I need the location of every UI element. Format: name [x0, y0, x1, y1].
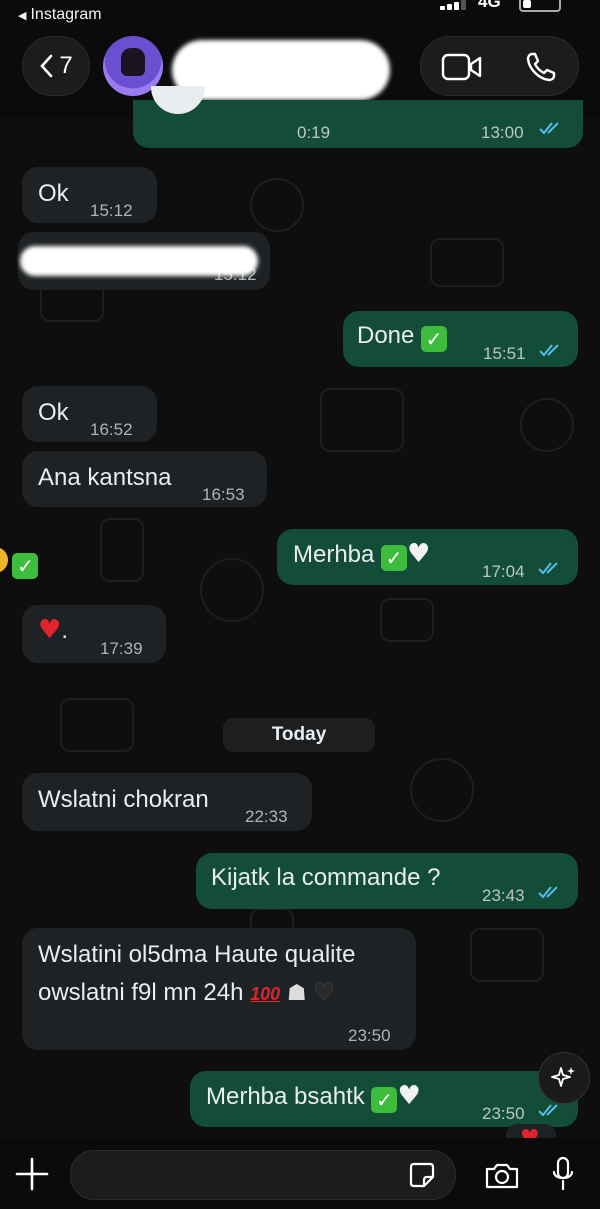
ai-sparkle-button[interactable] [538, 1052, 590, 1104]
message-bubble-incoming[interactable]: 15:12 [18, 232, 270, 290]
read-ticks-icon [538, 886, 558, 899]
check-emoji: ✓ [12, 553, 39, 579]
red-heart-emoji: ♥ [38, 615, 62, 645]
ninja-emoji: ☗ [286, 981, 307, 1006]
message-bubble-incoming[interactable]: Ana kantsna 16:53 [22, 451, 267, 507]
redacted-message-text [20, 246, 258, 276]
read-ticks-icon [538, 562, 558, 575]
check-emoji: ✓ [371, 1087, 398, 1113]
message-input[interactable] [70, 1150, 456, 1200]
white-heart-emoji: ♥ [397, 1081, 421, 1111]
message-bubble-incoming[interactable]: Wslatni chokran 22:33 [22, 773, 312, 831]
message-time: 17:04 [482, 562, 525, 581]
check-emoji: ✓ [381, 545, 408, 571]
message-text: Done [357, 322, 415, 349]
back-triangle-icon: ◀ [18, 9, 27, 22]
message-text: Merhba bsahtk [206, 1083, 365, 1110]
sticker-icon[interactable] [409, 1162, 435, 1188]
message-time: 23:50 [348, 1026, 391, 1045]
call-actions [420, 36, 579, 96]
message-time: 16:53 [202, 485, 245, 504]
message-text-line: Wslatini ol5dma Haute qualite [38, 941, 356, 968]
message-text-line: owslatni f9l mn 24h [38, 979, 244, 1006]
message-bubble-outgoing[interactable]: Merhba ✓ ♥ 17:04 [277, 529, 578, 585]
message-bubble-incoming[interactable]: Wslatini ol5dma Haute qualite owslatni f… [22, 928, 416, 1050]
microphone-icon[interactable] [552, 1156, 574, 1192]
camera-icon[interactable] [484, 1162, 520, 1190]
white-heart-emoji: ♥ [407, 539, 431, 569]
date-divider: Today [223, 718, 375, 752]
message-bubble-outgoing[interactable]: Done ✓ 15:51 [343, 311, 578, 367]
network-type: 4G [478, 0, 501, 11]
signal-icon [440, 0, 468, 10]
back-button[interactable]: 7 [22, 36, 90, 96]
message-text: . [61, 617, 68, 644]
battery-icon [519, 0, 561, 12]
message-text: Ana kantsna [38, 464, 172, 491]
phone-icon[interactable] [525, 51, 557, 83]
voice-duration: 0:19 [297, 123, 331, 142]
message-time: 22:33 [245, 807, 288, 826]
black-heart-emoji: ♥ [313, 978, 335, 1006]
message-text: Ok [38, 399, 69, 426]
message-text: Merhba [293, 541, 375, 568]
read-ticks-icon [538, 1104, 558, 1117]
read-ticks-icon [539, 122, 559, 135]
message-bubble-outgoing[interactable]: Merhba bsahtk ✓ ♥ 23:50 [190, 1071, 578, 1127]
plus-icon[interactable] [14, 1156, 50, 1192]
message-bubble-incoming[interactable]: Ok 15:12 [22, 167, 157, 223]
message-text: Kijatk la commande ? [211, 864, 441, 891]
composer-bar [0, 1138, 600, 1209]
message-time: 23:43 [482, 886, 525, 905]
back-app-label: Instagram [30, 6, 102, 23]
message-bubble-incoming[interactable]: Ok 16:52 [22, 386, 157, 442]
back-chevron-icon [40, 54, 53, 78]
message-time: 15:12 [90, 201, 133, 220]
cropped-emoji-reaction: ✓ [0, 547, 39, 579]
read-ticks-icon [539, 344, 559, 357]
message-bubble-incoming[interactable]: ♥. 17:39 [22, 605, 166, 663]
hundred-points-emoji: 100 [250, 984, 281, 1004]
back-to-app-link[interactable]: ◀ Instagram [18, 6, 102, 24]
message-bubble-outgoing[interactable]: 0:19 13:00 [133, 86, 583, 148]
message-time: 13:00 [481, 123, 524, 142]
message-time: 16:52 [90, 420, 133, 439]
status-bar: ◀ Instagram 4G [0, 0, 600, 30]
message-bubble-outgoing[interactable]: Kijatk la commande ? 23:43 [196, 853, 578, 909]
message-time: 15:51 [483, 344, 526, 363]
unread-count: 7 [59, 52, 73, 79]
message-text: Wslatni chokran [38, 786, 209, 813]
message-text: Ok [38, 180, 69, 207]
check-emoji: ✓ [421, 326, 448, 352]
message-time: 17:39 [100, 639, 143, 658]
video-call-icon[interactable] [441, 52, 483, 82]
ai-sparkle-icon [551, 1067, 575, 1087]
voice-avatar [151, 86, 205, 114]
